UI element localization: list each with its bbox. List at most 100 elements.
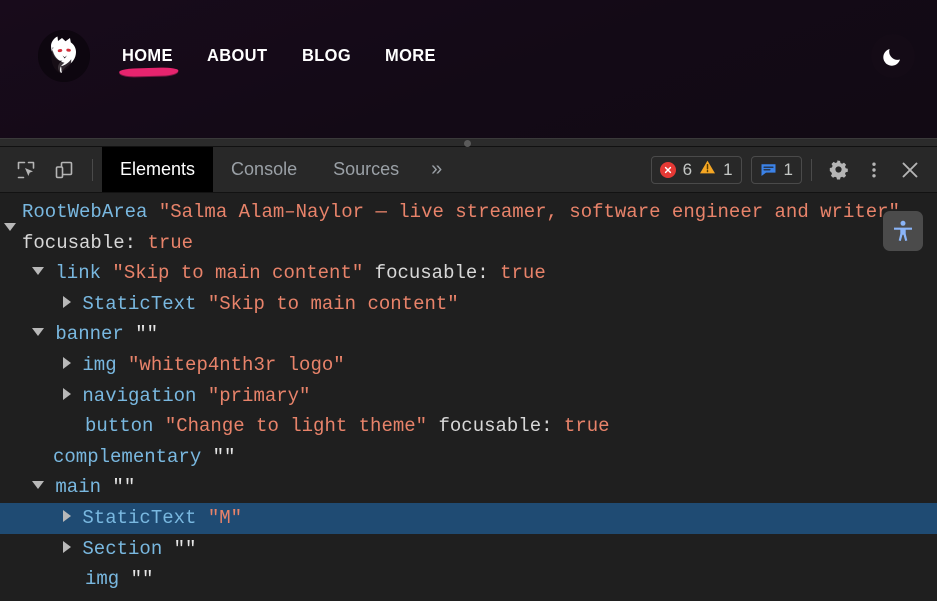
ax-role: StaticText [82, 507, 196, 529]
ax-value: "primary" [208, 385, 311, 407]
site-header: HOME ABOUT BLOG MORE [0, 0, 937, 112]
warning-count: 1 [723, 161, 732, 178]
ax-role: link [55, 262, 101, 284]
ax-role: navigation [82, 385, 196, 407]
ax-role: main [55, 476, 101, 498]
ax-prop-value: true [147, 232, 193, 254]
ax-value: "Salma Alam–Naylor — live streamer, soft… [159, 201, 900, 223]
more-tabs-button[interactable]: » [417, 147, 456, 192]
ax-role: img [82, 354, 116, 376]
tab-sources[interactable]: Sources [315, 147, 417, 192]
error-icon [660, 162, 676, 178]
tab-elements[interactable]: Elements [102, 147, 213, 192]
nav-link-more-label: MORE [385, 45, 436, 65]
expand-toggle-icon[interactable] [32, 267, 44, 275]
warning-triangle-icon [699, 159, 716, 175]
accessibility-tree-view[interactable]: RootWebArea "Salma Alam–Naylor — live st… [0, 193, 937, 601]
ax-row-banner[interactable]: banner "" [0, 319, 937, 350]
ax-role: img [85, 568, 119, 590]
settings-gear-icon [828, 159, 849, 180]
ax-row-img-empty[interactable]: img "" [0, 564, 937, 595]
ax-value: "" [174, 538, 197, 560]
expand-toggle-icon[interactable] [63, 296, 71, 308]
inspect-element-icon [15, 159, 37, 181]
ax-prop-value: true [564, 415, 610, 437]
inspect-element-button[interactable] [9, 153, 43, 187]
ax-role: complementary [53, 446, 201, 468]
ax-row-link[interactable]: link "Skip to main content" focusable: t… [0, 258, 937, 289]
primary-navigation: HOME ABOUT BLOG MORE [122, 47, 440, 65]
close-icon [899, 159, 921, 181]
ax-row-complementary[interactable]: complementary "" [0, 442, 937, 473]
device-toolbar-icon [53, 159, 75, 181]
ax-value: "Skip to main content" [112, 262, 363, 284]
message-icon [760, 162, 777, 178]
nav-link-blog[interactable]: BLOG [302, 47, 351, 65]
ax-value: "whitep4nth3r logo" [128, 354, 345, 376]
ax-prop: focusable: [375, 262, 489, 284]
nav-link-blog-label: BLOG [302, 45, 351, 65]
ax-role: banner [55, 323, 123, 345]
close-devtools-button[interactable] [893, 153, 927, 187]
ax-row-navigation[interactable]: navigation "primary" [0, 381, 937, 412]
nav-link-home-label: HOME [122, 45, 173, 65]
ax-row-rootwebarea[interactable]: RootWebArea "Salma Alam–Naylor — live st… [0, 197, 937, 258]
devtools-toolbar-left [0, 147, 100, 192]
expand-toggle-icon[interactable] [32, 328, 44, 336]
devtools-resize-splitter[interactable] [0, 138, 937, 147]
theme-toggle-button[interactable] [871, 34, 915, 78]
nav-link-about[interactable]: ABOUT [207, 47, 267, 65]
tab-console[interactable]: Console [213, 147, 315, 192]
ax-value: "" [135, 323, 158, 345]
ax-value: "Skip to main content" [208, 293, 459, 315]
whitep4nth3r-panther-logo-icon [38, 30, 90, 82]
ax-role: StaticText [82, 293, 196, 315]
more-options-kebab-icon [864, 160, 884, 180]
ax-row-statictext-m-selected[interactable]: StaticText "M" [0, 503, 937, 534]
expand-toggle-icon[interactable] [63, 510, 71, 522]
speech-bubble-icon [760, 162, 777, 178]
ax-value: "M" [208, 507, 242, 529]
expand-toggle-icon[interactable] [63, 388, 71, 400]
devtools-panel: Elements Console Sources » 6 [0, 147, 937, 601]
toolbar-divider [92, 159, 93, 181]
ax-row-statictext-skip[interactable]: StaticText "Skip to main content" [0, 289, 937, 320]
message-count: 1 [784, 161, 793, 178]
ax-row-main[interactable]: main "" [0, 472, 937, 503]
ax-prop-value: true [500, 262, 546, 284]
ax-row-button-theme[interactable]: button "Change to light theme" focusable… [0, 411, 937, 442]
ax-prop: focusable: [438, 415, 552, 437]
more-options-button[interactable] [857, 153, 891, 187]
expand-toggle-icon[interactable] [63, 541, 71, 553]
expand-toggle-icon[interactable] [4, 223, 16, 231]
error-x-glyph [663, 165, 673, 175]
ax-row-img-logo[interactable]: img "whitep4nth3r logo" [0, 350, 937, 381]
site-logo[interactable] [38, 30, 90, 82]
active-nav-underline [119, 67, 178, 77]
warning-icon [699, 159, 716, 180]
expand-toggle-icon[interactable] [63, 357, 71, 369]
nav-link-more[interactable]: MORE [385, 47, 436, 65]
nav-link-home[interactable]: HOME [122, 47, 173, 65]
messages-counter-group[interactable]: 1 [751, 156, 802, 184]
nav-link-about-label: ABOUT [207, 45, 267, 65]
devtools-toolbar: Elements Console Sources » 6 [0, 147, 937, 193]
toggle-device-toolbar-button[interactable] [47, 153, 81, 187]
ax-value: "" [213, 446, 236, 468]
ax-role: Section [82, 538, 162, 560]
toolbar-divider-right [811, 159, 812, 181]
expand-toggle-icon[interactable] [32, 481, 44, 489]
ax-prop: focusable: [22, 232, 136, 254]
ax-role: RootWebArea [22, 201, 147, 223]
error-count: 6 [683, 161, 692, 178]
settings-button[interactable] [821, 153, 855, 187]
ax-row-section[interactable]: Section "" [0, 534, 937, 565]
moon-icon [881, 44, 905, 68]
ax-value: "" [112, 476, 135, 498]
ax-value: "Change to light theme" [165, 415, 427, 437]
devtools-tab-bar: Elements Console Sources » [102, 147, 456, 192]
issues-counter-group[interactable]: 6 1 [651, 156, 742, 184]
ax-role: button [85, 415, 153, 437]
splitter-grip-dot [464, 140, 471, 147]
devtools-toolbar-right: 6 1 1 [651, 147, 937, 192]
